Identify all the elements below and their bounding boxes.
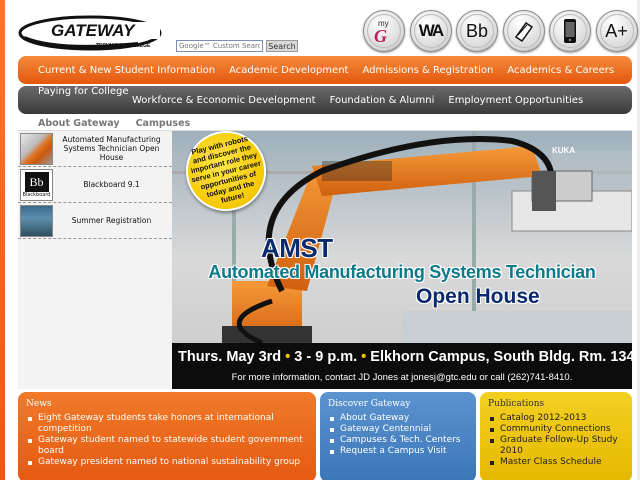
summer-thumbnail <box>20 204 53 237</box>
sidebar-item-amst-open-house[interactable]: Automated Manufacturing Systems Technici… <box>18 131 172 167</box>
sidebar-item-blackboard[interactable]: Bb Blackboard Blackboard 9.1 <box>18 167 172 203</box>
event-contact: For more information, contact JD Jones a… <box>231 372 573 383</box>
mobile-phone-icon[interactable] <box>549 10 591 52</box>
sidebar-item-summer-registration[interactable]: Summer Registration <box>18 203 172 239</box>
search-input[interactable] <box>176 40 263 52</box>
news-item[interactable]: Eight Gateway students take honors at in… <box>26 413 308 435</box>
publication-item[interactable]: Catalog 2012-2013 <box>488 413 624 424</box>
search-bar: Search <box>176 40 298 52</box>
logo-wordmark: GATEWAY <box>51 21 136 40</box>
mobile-phone-icon-inner <box>553 14 587 48</box>
webadvisor-icon-inner: WA <box>413 14 448 48</box>
amst-banner[interactable]: KUKA Play with robots and discover the i… <box>172 131 632 389</box>
publication-item[interactable]: Master Class Schedule <box>488 457 624 468</box>
discover-item[interactable]: Request a Campus Visit <box>328 446 468 457</box>
my-gateway-icon[interactable]: my G <box>363 10 405 52</box>
gateway-logo[interactable]: GATEWAY TECHNICAL COLLEGE <box>18 14 163 54</box>
webadvisor-label: WA <box>418 21 444 40</box>
book-icon[interactable] <box>502 10 545 52</box>
blackboard-icon[interactable]: Bb <box>456 10 498 52</box>
book-icon-inner <box>506 14 541 48</box>
news-box: News Eight Gateway students take honors … <box>18 392 316 480</box>
separator-dot: • <box>361 349 371 365</box>
news-list: Eight Gateway students take honors at in… <box>26 413 308 468</box>
quick-access-icons: my G WA Bb A+ <box>363 10 640 52</box>
blackboard-label: Bb <box>465 20 489 41</box>
text-size-icon-inner: A+ <box>599 14 634 48</box>
publications-list: Catalog 2012-2013 Community Connections … <box>488 413 624 468</box>
nav-workforce-economic[interactable]: Workforce & Economic Development <box>132 95 316 106</box>
sidebar-item-label: Blackboard 9.1 <box>83 180 140 189</box>
my-gateway-icon-inner: my G <box>367 14 401 48</box>
event-location: Elkhorn Campus, South Bldg. Rm. 134 <box>370 349 632 365</box>
nav-academic-development[interactable]: Academic Development <box>229 65 348 76</box>
webadvisor-icon[interactable]: WA <box>409 10 452 52</box>
sidebar-item-label: Automated Manufacturing Systems Technici… <box>62 135 161 162</box>
discover-title: Discover Gateway <box>328 399 411 409</box>
blackboard-thumb-logo: Bb <box>24 171 49 192</box>
blackboard-icon-inner: Bb <box>460 14 494 48</box>
event-details: Thurs. May 3rd • 3 - 9 p.m. • Elkhorn Ca… <box>178 349 632 365</box>
sidebar-item-label: Summer Registration <box>71 216 152 225</box>
event-date: Thurs. May 3rd <box>178 349 282 365</box>
sidebar: Automated Manufacturing Systems Technici… <box>18 131 172 389</box>
separator-dot: • <box>285 349 295 365</box>
discover-gateway-box: Discover Gateway About Gateway Gateway C… <box>320 392 476 480</box>
nav-admissions-registration[interactable]: Admissions & Registration <box>362 65 493 76</box>
discover-item[interactable]: Gateway Centennial <box>328 424 468 435</box>
sub-nav: About Gateway Campuses <box>38 118 206 129</box>
text-size-label: A+ <box>605 20 628 41</box>
primary-nav: Current & New Student Information Academ… <box>18 56 632 84</box>
nav-paying-for-college[interactable]: Paying for College <box>38 86 129 97</box>
publications-title: Publications <box>488 399 545 409</box>
discover-item[interactable]: About Gateway <box>328 413 468 424</box>
subnav-campuses[interactable]: Campuses <box>136 118 191 129</box>
news-title: News <box>26 399 52 409</box>
news-item[interactable]: Gateway president named to national sust… <box>26 457 308 468</box>
blackboard-thumbnail: Bb Blackboard <box>20 168 53 201</box>
news-item[interactable]: Gateway student named to statewide stude… <box>26 435 308 457</box>
robot-thumbnail <box>20 132 53 165</box>
discover-list: About Gateway Gateway Centennial Campuse… <box>328 413 468 457</box>
nav-academics-careers[interactable]: Academics & Careers <box>507 65 614 76</box>
publication-item[interactable]: Graduate Follow-Up Study 2010 <box>488 435 624 457</box>
subnav-about-gateway[interactable]: About Gateway <box>38 118 120 129</box>
book-glyph <box>514 21 533 43</box>
gateway-logo-graphic: GATEWAY TECHNICAL COLLEGE <box>18 15 162 51</box>
svg-text:G: G <box>374 26 387 46</box>
nav-current-new-student[interactable]: Current & New Student Information <box>38 65 215 76</box>
nav-employment-opportunities[interactable]: Employment Opportunities <box>448 95 583 106</box>
my-gateway-glyph: my G <box>374 19 389 46</box>
text-size-icon[interactable]: A+ <box>595 10 638 52</box>
banner-text-layer: AMST Automated Manufacturing Systems Tec… <box>172 131 632 389</box>
banner-title: AMST <box>261 233 333 263</box>
event-time: 3 - 9 p.m. <box>294 349 358 365</box>
logo-tagline: TECHNICAL COLLEGE <box>96 43 151 49</box>
nav-foundation-alumni[interactable]: Foundation & Alumni <box>330 95 435 106</box>
discover-item[interactable]: Campuses & Tech. Centers <box>328 435 468 446</box>
secondary-nav-row: Workforce & Economic Development Foundat… <box>132 95 597 106</box>
blackboard-thumb-caption: Blackboard <box>22 191 51 198</box>
secondary-nav: Paying for College Workforce & Economic … <box>18 86 632 114</box>
publications-box: Publications Catalog 2012-2013 Community… <box>480 392 632 480</box>
banner-subtitle: Automated Manufacturing Systems Technici… <box>208 262 596 282</box>
left-accent-stripe <box>0 0 5 480</box>
search-button[interactable]: Search <box>266 40 298 52</box>
publication-item[interactable]: Community Connections <box>488 424 624 435</box>
phone-glyph <box>564 19 576 43</box>
banner-open-house: Open House <box>416 285 540 308</box>
